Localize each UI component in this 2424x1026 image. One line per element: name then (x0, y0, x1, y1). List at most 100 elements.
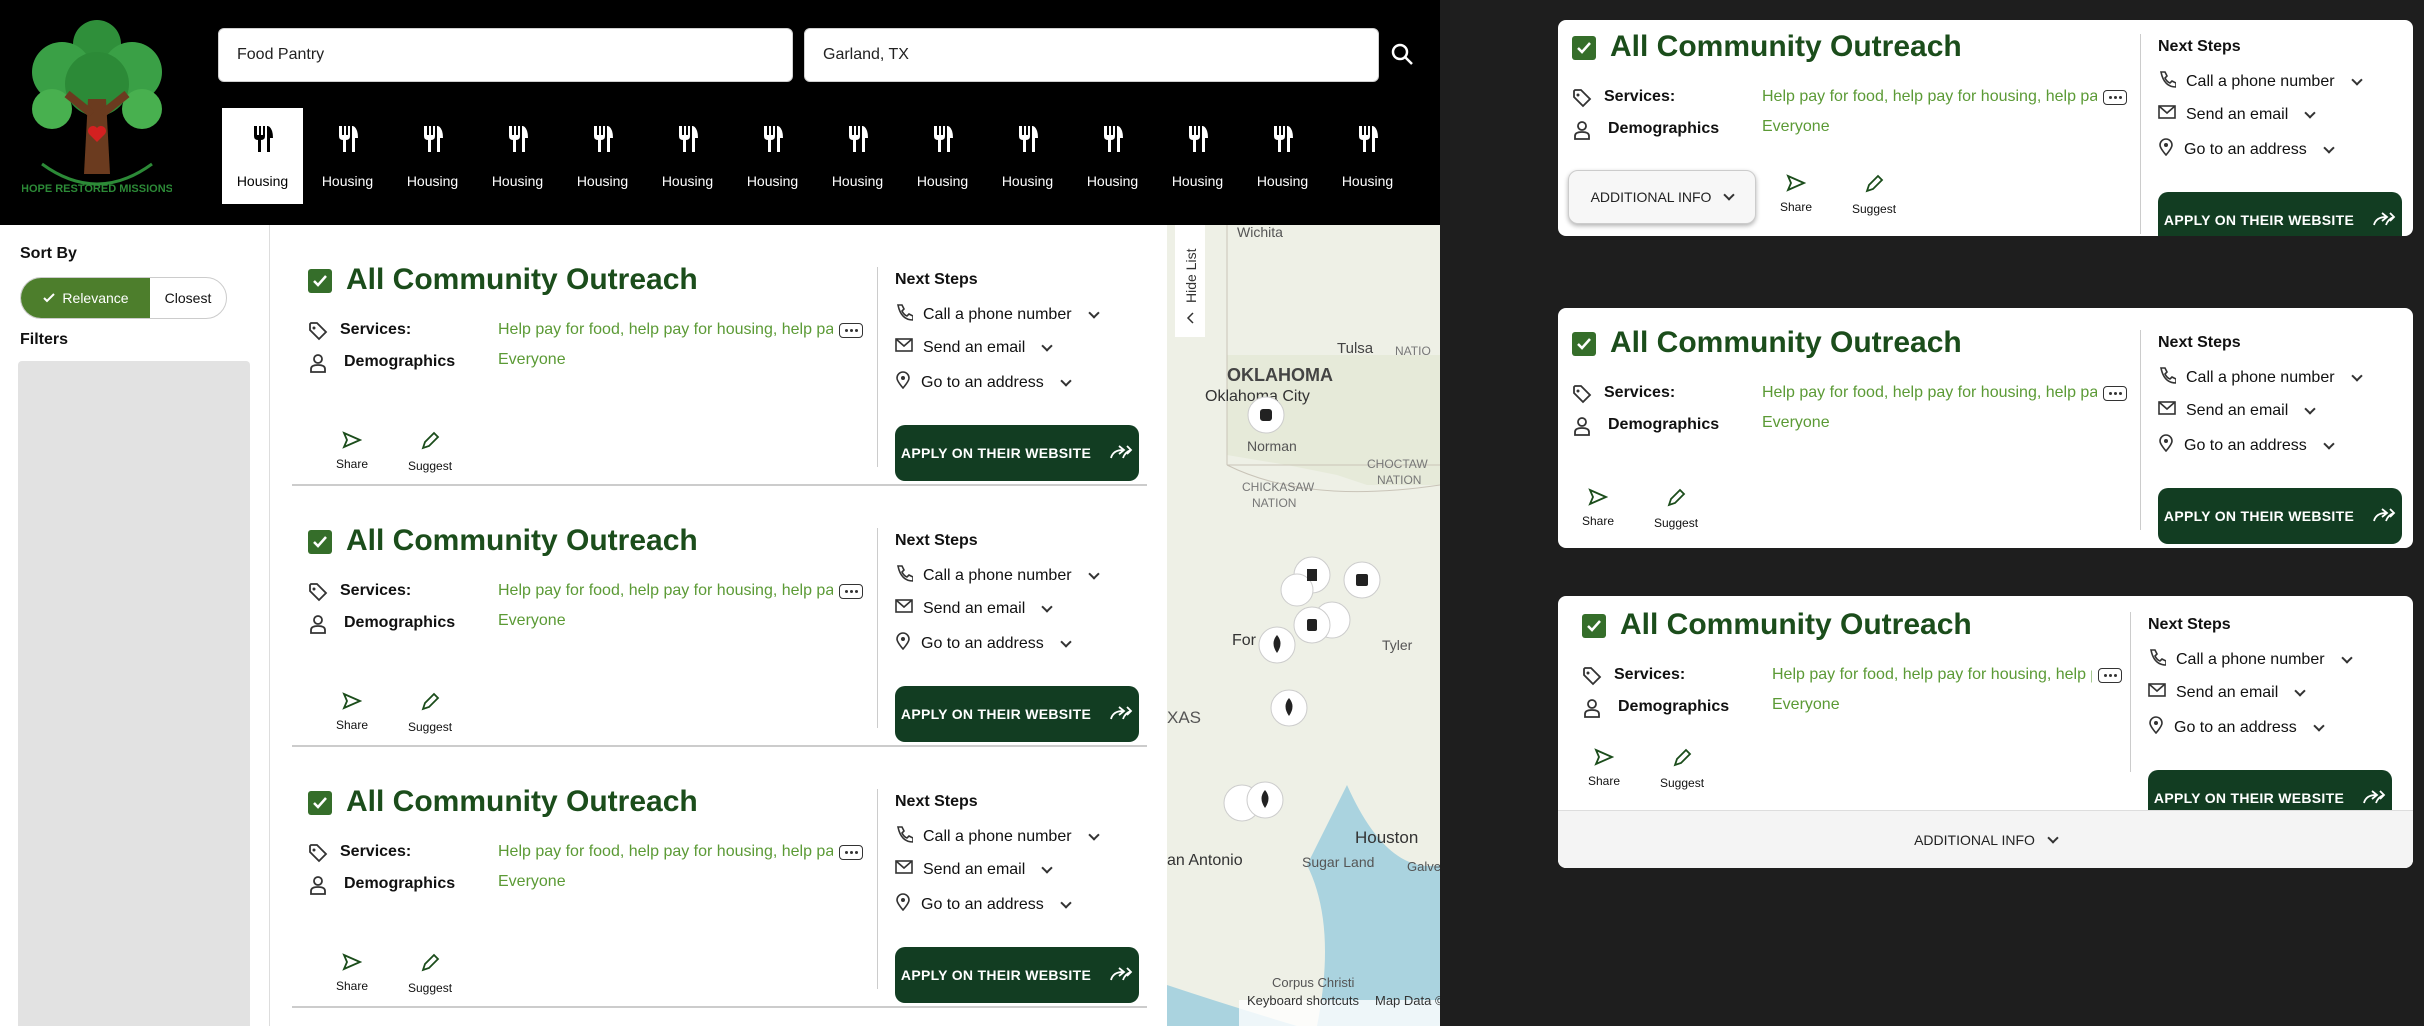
more-services-icon[interactable] (2098, 668, 2122, 683)
suggest-button[interactable]: Suggest (1654, 488, 1698, 530)
category-label: Housing (576, 172, 629, 189)
suggest-button[interactable]: Suggest (1852, 174, 1896, 216)
additional-info-button[interactable]: ADDITIONAL INFO (1568, 170, 1756, 224)
more-services-icon[interactable] (839, 584, 863, 599)
location-input[interactable] (804, 28, 1379, 82)
chevron-down-icon (1060, 896, 1072, 909)
chevron-down-icon (1060, 635, 1072, 648)
divider (2130, 612, 2131, 772)
select-checkbox[interactable] (308, 791, 332, 815)
send-email-dropdown[interactable]: Send an email (895, 859, 1053, 880)
go-to-address-dropdown[interactable]: Go to an address (2148, 716, 2325, 739)
search-input[interactable] (218, 28, 793, 82)
select-checkbox[interactable] (1572, 332, 1596, 356)
share-button[interactable]: Share (336, 431, 368, 471)
share-button[interactable]: Share (1588, 748, 1620, 788)
select-checkbox[interactable] (308, 269, 332, 293)
select-checkbox[interactable] (1572, 36, 1596, 60)
chevron-down-icon (1060, 374, 1072, 387)
svg-text:OKLAHOMA: OKLAHOMA (1227, 365, 1333, 385)
more-services-icon[interactable] (839, 845, 863, 860)
apply-website-button[interactable]: APPLY ON THEIR WEBSITE (895, 425, 1139, 481)
category-tab-housing[interactable]: Housing (477, 108, 558, 204)
select-checkbox[interactable] (308, 530, 332, 554)
suggest-button[interactable]: Suggest (408, 431, 452, 473)
select-checkbox[interactable] (1582, 614, 1606, 638)
category-tab-housing[interactable]: Housing (817, 108, 898, 204)
call-phone-dropdown[interactable]: Call a phone number (895, 303, 1100, 326)
call-phone-dropdown[interactable]: Call a phone number (895, 825, 1100, 848)
apply-website-button[interactable]: APPLY ON THEIR WEBSITE (2158, 488, 2402, 544)
send-email-dropdown[interactable]: Send an email (2158, 104, 2316, 125)
call-phone-dropdown[interactable]: Call a phone number (2158, 366, 2363, 389)
resource-title[interactable]: All Community Outreach (1610, 30, 1962, 64)
share-button[interactable]: Share (336, 692, 368, 732)
chevron-down-icon (1041, 861, 1053, 874)
call-phone-dropdown[interactable]: Call a phone number (895, 564, 1100, 587)
tag-icon (308, 321, 328, 341)
results-list[interactable]: All Community Outreach Services: Help pa… (272, 225, 1167, 1026)
call-phone-dropdown[interactable]: Call a phone number (2148, 648, 2353, 671)
category-tab-housing[interactable]: Housing (307, 108, 388, 204)
additional-info-bar[interactable]: ADDITIONAL INFO (1558, 810, 2413, 868)
utensils-icon (591, 124, 615, 157)
go-to-address-dropdown[interactable]: Go to an address (2158, 434, 2335, 457)
category-tab-housing[interactable]: Housing (902, 108, 983, 204)
suggest-button[interactable]: Suggest (1660, 748, 1704, 790)
resource-title[interactable]: All Community Outreach (1620, 608, 1972, 642)
svg-text:NATIO: NATIO (1395, 344, 1431, 358)
apply-website-button[interactable]: APPLY ON THEIR WEBSITE (895, 947, 1139, 1003)
services-label: Services: (340, 582, 412, 599)
utensils-icon (251, 124, 275, 157)
go-to-address-dropdown[interactable]: Go to an address (895, 632, 1072, 655)
go-to-address-dropdown[interactable]: Go to an address (895, 371, 1072, 394)
sort-relevance-button[interactable]: Relevance (21, 278, 150, 318)
send-email-dropdown[interactable]: Send an email (2158, 400, 2316, 421)
category-tab-housing[interactable]: Housing (222, 108, 303, 204)
resource-title[interactable]: All Community Outreach (346, 785, 698, 819)
category-tab-housing[interactable]: Housing (732, 108, 813, 204)
category-tab-housing[interactable]: Housing (1072, 108, 1153, 204)
send-email-dropdown[interactable]: Send an email (895, 598, 1053, 619)
share-button[interactable]: Share (336, 953, 368, 993)
resource-title[interactable]: All Community Outreach (1610, 326, 1962, 360)
share-label: Share (1582, 514, 1615, 528)
suggest-label: Suggest (408, 720, 453, 734)
category-tab-housing[interactable]: Housing (647, 108, 728, 204)
logo[interactable]: HOPE RESTORED MISSIONS (21, 14, 173, 199)
category-tab-housing[interactable]: Housing (1327, 108, 1408, 204)
category-tab-housing[interactable]: Housing (1157, 108, 1238, 204)
suggest-button[interactable]: Suggest (408, 692, 452, 734)
apply-website-button[interactable]: APPLY ON THEIR WEBSITE (895, 686, 1139, 742)
email-label: Send an email (2176, 683, 2279, 701)
suggest-button[interactable]: Suggest (408, 953, 452, 995)
go-to-address-dropdown[interactable]: Go to an address (895, 893, 1072, 916)
map[interactable]: Wichita OKLAHOMA Oklahoma City Norman Tu… (1167, 225, 1440, 1026)
mail-icon (2158, 400, 2176, 421)
share-button[interactable]: Share (1582, 488, 1614, 528)
send-email-dropdown[interactable]: Send an email (2148, 682, 2306, 703)
utensils-icon (846, 124, 870, 157)
resource-title[interactable]: All Community Outreach (346, 524, 698, 558)
more-services-icon[interactable] (2103, 90, 2127, 105)
more-services-icon[interactable] (2103, 386, 2127, 401)
category-tab-housing[interactable]: Housing (562, 108, 643, 204)
category-tab-housing[interactable]: Housing (392, 108, 473, 204)
svg-text:NATION: NATION (1252, 496, 1296, 510)
category-tab-housing[interactable]: Housing (1242, 108, 1323, 204)
category-tab-housing[interactable]: Housing (987, 108, 1068, 204)
send-icon (1594, 748, 1615, 769)
demographics-value: Everyone (498, 612, 566, 629)
apply-label: APPLY ON THEIR WEBSITE (2163, 508, 2355, 524)
send-email-dropdown[interactable]: Send an email (895, 337, 1053, 358)
share-button[interactable]: Share (1780, 174, 1812, 214)
search-icon[interactable] (1388, 40, 1418, 70)
phone-icon (895, 303, 914, 326)
suggest-label: Suggest (1852, 202, 1897, 216)
more-services-icon[interactable] (839, 323, 863, 338)
resource-title[interactable]: All Community Outreach (346, 263, 698, 297)
sort-closest-button[interactable]: Closest (150, 278, 226, 318)
go-to-address-dropdown[interactable]: Go to an address (2158, 138, 2335, 161)
call-phone-dropdown[interactable]: Call a phone number (2158, 70, 2363, 93)
apply-website-button[interactable]: APPLY ON THEIR WEBSITE (2158, 192, 2402, 236)
